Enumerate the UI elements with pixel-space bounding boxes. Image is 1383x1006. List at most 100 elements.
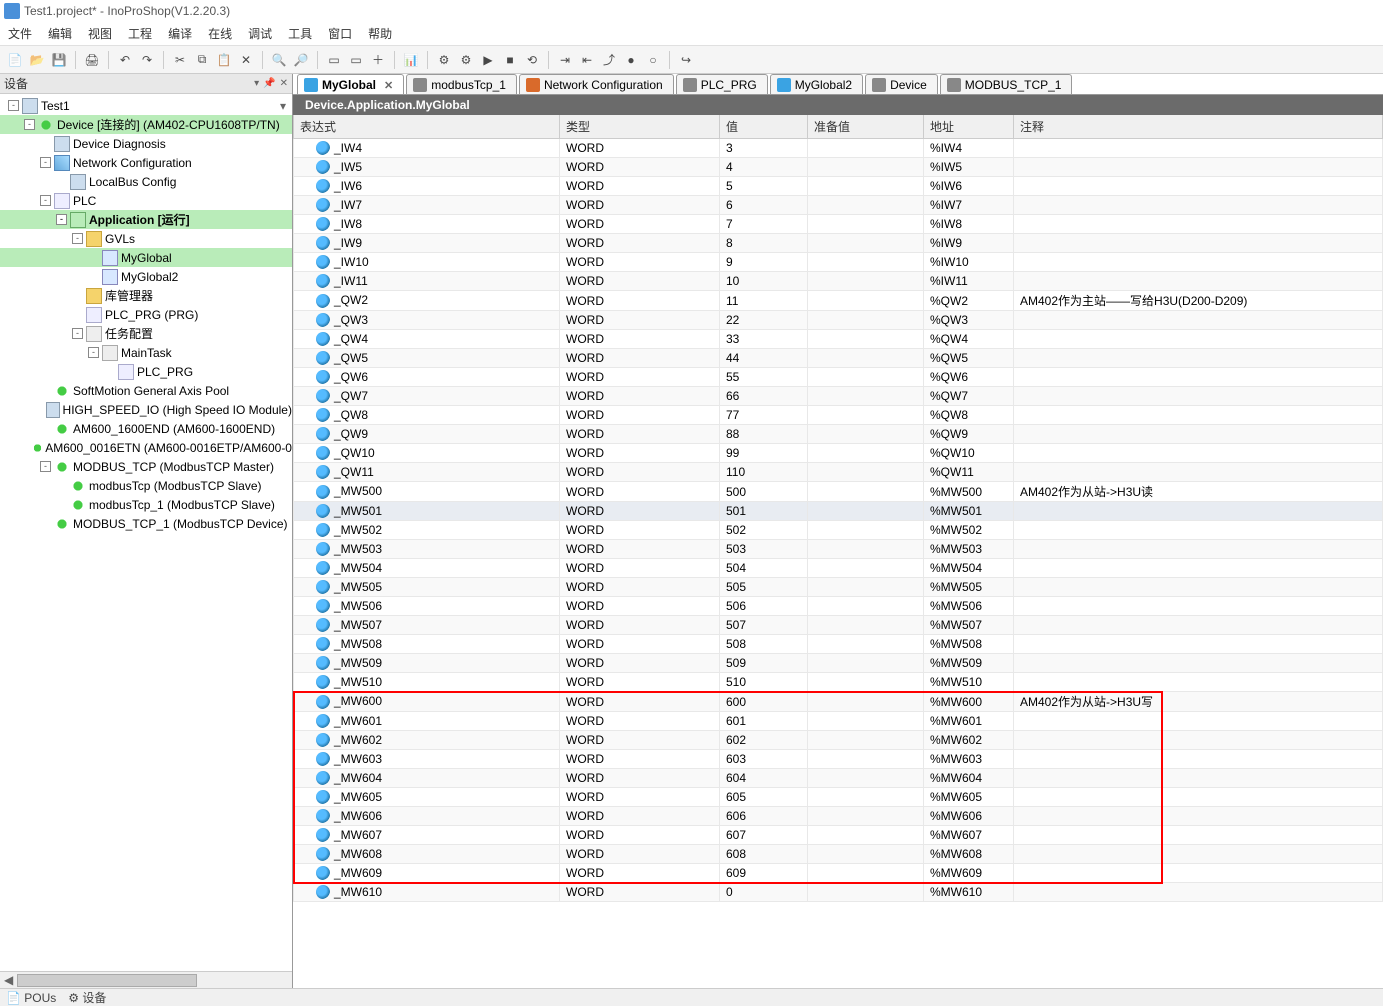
cell-prep[interactable]: [808, 635, 924, 654]
cell-type[interactable]: WORD: [560, 158, 720, 177]
cell-val[interactable]: 8: [720, 234, 808, 253]
cell-prep[interactable]: [808, 712, 924, 731]
tree-toggle-icon[interactable]: -: [40, 195, 51, 206]
table-row[interactable]: _MW508WORD508%MW508: [294, 635, 1383, 654]
cell-val[interactable]: 505: [720, 578, 808, 597]
col-header[interactable]: 准备值: [808, 115, 924, 139]
bp2-icon[interactable]: ○: [644, 51, 662, 69]
tree-node[interactable]: -Network Configuration: [0, 153, 292, 172]
cell-type[interactable]: WORD: [560, 673, 720, 692]
cell-prep[interactable]: [808, 330, 924, 349]
cell-type[interactable]: WORD: [560, 234, 720, 253]
tree-toggle-icon[interactable]: -: [88, 347, 99, 358]
cell-comment[interactable]: [1014, 158, 1383, 177]
tree-node[interactable]: -任务配置: [0, 324, 292, 343]
tree-dropdown-icon[interactable]: ▾: [280, 99, 286, 113]
cell-addr[interactable]: %IW6: [924, 177, 1014, 196]
cell-val[interactable]: 88: [720, 425, 808, 444]
cell-val[interactable]: 55: [720, 368, 808, 387]
cell-val[interactable]: 99: [720, 444, 808, 463]
cell-val[interactable]: 3: [720, 139, 808, 158]
cell-comment[interactable]: [1014, 712, 1383, 731]
cell-val[interactable]: 10: [720, 272, 808, 291]
tree-node[interactable]: Device Diagnosis: [0, 134, 292, 153]
cell-comment[interactable]: [1014, 425, 1383, 444]
cell-val[interactable]: 66: [720, 387, 808, 406]
tree-node[interactable]: MyGlobal: [0, 248, 292, 267]
cell-comment[interactable]: [1014, 196, 1383, 215]
cell-comment[interactable]: [1014, 807, 1383, 826]
cell-addr[interactable]: %QW5: [924, 349, 1014, 368]
cell-prep[interactable]: [808, 234, 924, 253]
cell-prep[interactable]: [808, 387, 924, 406]
cell-type[interactable]: WORD: [560, 387, 720, 406]
cell-addr[interactable]: %IW5: [924, 158, 1014, 177]
cell-comment[interactable]: [1014, 616, 1383, 635]
table-row[interactable]: _IW4WORD3%IW4: [294, 139, 1383, 158]
cell-prep[interactable]: [808, 502, 924, 521]
cell-type[interactable]: WORD: [560, 425, 720, 444]
table-row[interactable]: _MW507WORD507%MW507: [294, 616, 1383, 635]
tree-toggle-icon[interactable]: -: [24, 119, 35, 130]
table-row[interactable]: _MW601WORD601%MW601: [294, 712, 1383, 731]
cell-addr[interactable]: %IW10: [924, 253, 1014, 272]
menu-工具[interactable]: 工具: [288, 25, 312, 42]
cell-val[interactable]: 607: [720, 826, 808, 845]
cell-val[interactable]: 510: [720, 673, 808, 692]
cell-comment[interactable]: [1014, 845, 1383, 864]
undo-icon[interactable]: ↶: [116, 51, 134, 69]
cell-val[interactable]: 22: [720, 311, 808, 330]
cell-comment[interactable]: [1014, 769, 1383, 788]
tree-toggle-icon[interactable]: -: [56, 214, 67, 225]
cell-prep[interactable]: [808, 482, 924, 502]
bp-icon[interactable]: ●: [622, 51, 640, 69]
pane-dropdown-icon[interactable]: ▾: [254, 78, 259, 89]
cell-prep[interactable]: [808, 616, 924, 635]
cell-prep[interactable]: [808, 368, 924, 387]
cell-addr[interactable]: %MW501: [924, 502, 1014, 521]
col-header[interactable]: 类型: [560, 115, 720, 139]
cell-type[interactable]: WORD: [560, 807, 720, 826]
pane-pin-icon[interactable]: 📌: [263, 78, 275, 89]
cell-type[interactable]: WORD: [560, 311, 720, 330]
cell-comment[interactable]: [1014, 215, 1383, 234]
cell-val[interactable]: 502: [720, 521, 808, 540]
cell-comment[interactable]: [1014, 654, 1383, 673]
cut-icon[interactable]: ✂: [171, 51, 189, 69]
tree-toggle-icon[interactable]: -: [40, 157, 51, 168]
cell-val[interactable]: 6: [720, 196, 808, 215]
cell-type[interactable]: WORD: [560, 750, 720, 769]
tree-node[interactable]: SoftMotion General Axis Pool: [0, 381, 292, 400]
cell-val[interactable]: 503: [720, 540, 808, 559]
cell-comment[interactable]: [1014, 673, 1383, 692]
cell-val[interactable]: 77: [720, 406, 808, 425]
cell-prep[interactable]: [808, 578, 924, 597]
cell-type[interactable]: WORD: [560, 177, 720, 196]
cell-comment[interactable]: AM402作为从站->H3U读: [1014, 482, 1383, 502]
cell-prep[interactable]: [808, 731, 924, 750]
cell-comment[interactable]: [1014, 177, 1383, 196]
cell-prep[interactable]: [808, 196, 924, 215]
table-row[interactable]: _MW606WORD606%MW606: [294, 807, 1383, 826]
tree-node[interactable]: -Application [运行]: [0, 210, 292, 229]
cell-prep[interactable]: [808, 769, 924, 788]
cell-type[interactable]: WORD: [560, 196, 720, 215]
cell-addr[interactable]: %IW11: [924, 272, 1014, 291]
run-icon[interactable]: ▶: [479, 51, 497, 69]
cell-prep[interactable]: [808, 177, 924, 196]
tree-node[interactable]: AM600_0016ETN (AM600-0016ETP/AM600-0: [0, 438, 292, 457]
cell-addr[interactable]: %MW608: [924, 845, 1014, 864]
cell-val[interactable]: 605: [720, 788, 808, 807]
cell-type[interactable]: WORD: [560, 864, 720, 883]
cell-prep[interactable]: [808, 883, 924, 902]
cell-val[interactable]: 4: [720, 158, 808, 177]
paste-icon[interactable]: 📋: [215, 51, 233, 69]
cell-addr[interactable]: %QW6: [924, 368, 1014, 387]
menu-视图[interactable]: 视图: [88, 25, 112, 42]
cell-val[interactable]: 7: [720, 215, 808, 234]
tree-toggle-icon[interactable]: -: [72, 328, 83, 339]
cell-addr[interactable]: %MW605: [924, 788, 1014, 807]
cell-prep[interactable]: [808, 521, 924, 540]
cell-addr[interactable]: %QW8: [924, 406, 1014, 425]
open-icon[interactable]: 📂: [28, 51, 46, 69]
